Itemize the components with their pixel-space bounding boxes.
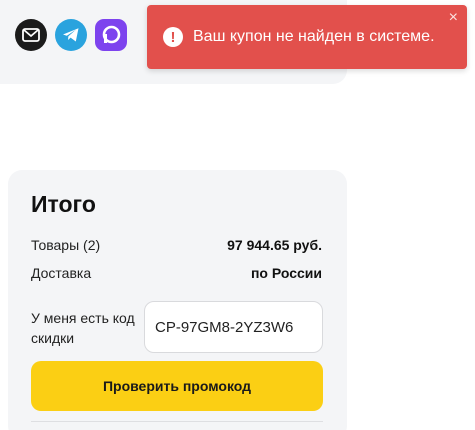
items-total: 97 944.65 руб.: [227, 237, 322, 253]
coupon-input[interactable]: [144, 301, 323, 353]
toast-message: Ваш купон не найден в системе.: [193, 28, 435, 45]
delivery-label: Доставка: [31, 265, 92, 281]
delivery-value: по России: [250, 265, 322, 281]
error-icon: !: [163, 27, 183, 47]
telegram-link[interactable]: [55, 19, 87, 51]
coupon-label: У меня есть код скидки: [31, 310, 135, 346]
check-promo-button[interactable]: Проверить промокод: [31, 361, 323, 411]
close-icon[interactable]: ×: [449, 10, 458, 26]
items-label: Товары (2): [31, 237, 101, 253]
telegram-icon: [63, 28, 79, 42]
divider: [31, 421, 323, 422]
email-link[interactable]: [15, 19, 47, 51]
dzen-link[interactable]: [95, 19, 127, 51]
error-toast: ! Ваш купон не найден в системе. ×: [147, 5, 467, 69]
order-summary: Итого Товары (2) 97 944.65 руб. Доставка…: [8, 170, 347, 430]
email-icon: [22, 28, 40, 42]
summary-title: Итого: [31, 191, 96, 217]
dzen-icon: [102, 25, 121, 44]
